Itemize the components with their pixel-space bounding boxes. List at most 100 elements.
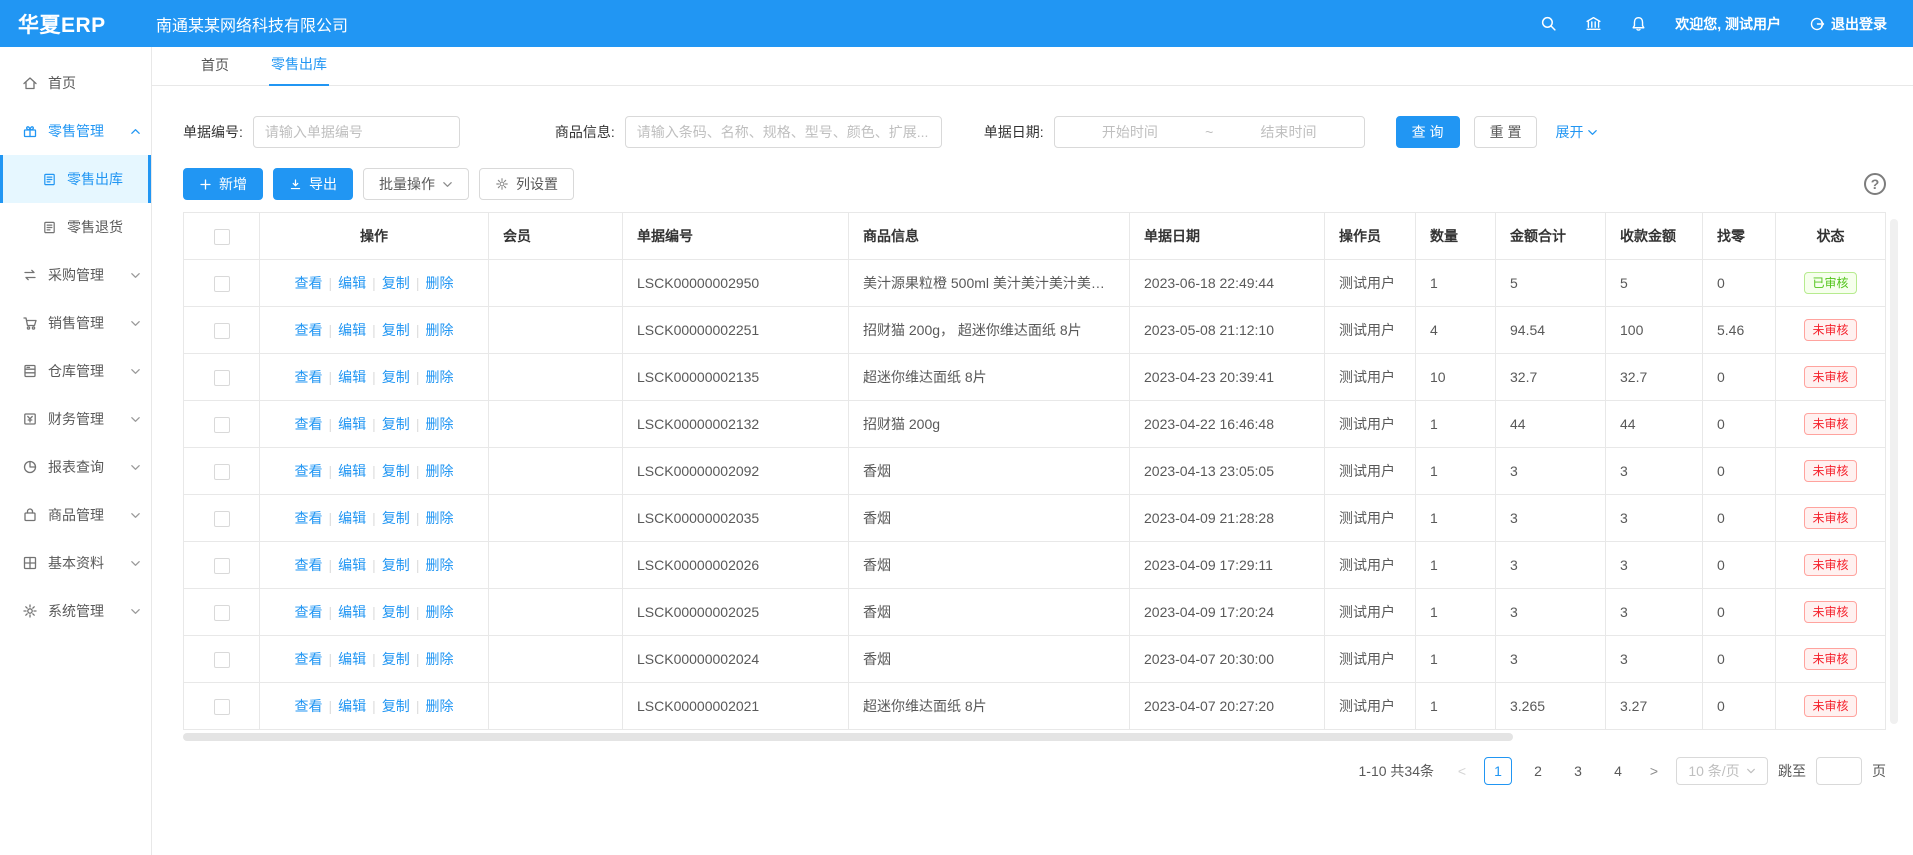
reset-button[interactable]: 重 置 [1474, 116, 1538, 148]
action-edit-link[interactable]: 编辑 [338, 651, 366, 667]
sidebar-item-basic-data[interactable]: 基本资料 [0, 539, 151, 587]
action-edit-link[interactable]: 编辑 [338, 604, 366, 620]
bill-no-input[interactable] [253, 116, 460, 148]
sidebar-item-home[interactable]: 首页 [0, 59, 151, 107]
page-1[interactable]: 1 [1484, 757, 1512, 785]
action-edit-link[interactable]: 编辑 [338, 322, 366, 338]
action-copy-link[interactable]: 复制 [382, 698, 410, 714]
sidebar-item-finance[interactable]: 财务管理 [0, 395, 151, 443]
action-delete-link[interactable]: 删除 [425, 557, 453, 573]
select-all-checkbox[interactable] [214, 229, 230, 245]
product-info-input[interactable] [625, 116, 942, 148]
date-range-input[interactable]: 开始时间 ~ 结束时间 [1054, 116, 1365, 148]
action-edit-link[interactable]: 编辑 [338, 275, 366, 291]
action-delete-link[interactable]: 删除 [425, 369, 453, 385]
sidebar-item-system[interactable]: 系统管理 [0, 587, 151, 635]
operator-cell: 测试用户 [1325, 495, 1416, 542]
row-checkbox[interactable] [214, 464, 230, 480]
action-view-link[interactable]: 查看 [295, 416, 323, 432]
action-view-link[interactable]: 查看 [295, 275, 323, 291]
add-button[interactable]: 新增 [183, 168, 263, 200]
sidebar-item-purchase[interactable]: 采购管理 [0, 251, 151, 299]
page-size-select[interactable]: 10 条/页 [1676, 757, 1768, 785]
sidebar-item-retail-out[interactable]: 零售出库 [0, 155, 151, 203]
horizontal-scrollbar[interactable] [183, 733, 1513, 741]
action-view-link[interactable]: 查看 [295, 510, 323, 526]
row-checkbox[interactable] [214, 323, 230, 339]
products-cell: 超迷你维达面纸 8片 [849, 354, 1130, 401]
action-edit-link[interactable]: 编辑 [338, 463, 366, 479]
help-icon[interactable]: ? [1864, 173, 1886, 195]
row-checkbox[interactable] [214, 417, 230, 433]
action-view-link[interactable]: 查看 [295, 651, 323, 667]
logout-button[interactable]: 退出登录 [1809, 14, 1887, 34]
row-checkbox[interactable] [214, 370, 230, 386]
qty-cell: 1 [1416, 495, 1496, 542]
sidebar-item-retail-return[interactable]: 零售退货 [0, 203, 151, 251]
search-button[interactable]: 查 询 [1396, 116, 1460, 148]
jump-page-input[interactable] [1816, 757, 1862, 785]
prev-page-button[interactable]: < [1450, 763, 1474, 779]
page-2[interactable]: 2 [1524, 757, 1552, 785]
action-edit-link[interactable]: 编辑 [338, 557, 366, 573]
next-page-button[interactable]: > [1642, 763, 1666, 779]
table-row: 查看|编辑|复制|删除LSCK00000002092香烟2023-04-13 2… [184, 448, 1886, 495]
column-settings-button[interactable]: 列设置 [479, 168, 574, 200]
sidebar-item-retail[interactable]: 零售管理 [0, 107, 151, 155]
bank-icon[interactable] [1585, 15, 1602, 32]
row-checkbox[interactable] [214, 652, 230, 668]
page-3[interactable]: 3 [1564, 757, 1592, 785]
action-view-link[interactable]: 查看 [295, 463, 323, 479]
vertical-scrollbar[interactable] [1890, 219, 1898, 724]
sidebar-item-reports[interactable]: 报表查询 [0, 443, 151, 491]
action-copy-link[interactable]: 复制 [382, 510, 410, 526]
gear-icon [495, 177, 509, 191]
action-view-link[interactable]: 查看 [295, 698, 323, 714]
action-view-link[interactable]: 查看 [295, 322, 323, 338]
action-copy-link[interactable]: 复制 [382, 651, 410, 667]
action-delete-link[interactable]: 删除 [425, 275, 453, 291]
action-delete-link[interactable]: 删除 [425, 463, 453, 479]
action-copy-link[interactable]: 复制 [382, 322, 410, 338]
action-delete-link[interactable]: 删除 [425, 651, 453, 667]
action-copy-link[interactable]: 复制 [382, 557, 410, 573]
bill-no-cell: LSCK00000002950 [623, 260, 849, 307]
header-bill-date: 单据日期 [1130, 213, 1325, 260]
row-checkbox[interactable] [214, 699, 230, 715]
action-edit-link[interactable]: 编辑 [338, 369, 366, 385]
action-view-link[interactable]: 查看 [295, 604, 323, 620]
action-edit-link[interactable]: 编辑 [338, 510, 366, 526]
action-copy-link[interactable]: 复制 [382, 604, 410, 620]
chevron-down-icon [130, 414, 141, 425]
expand-link[interactable]: 展开 [1555, 122, 1598, 142]
search-icon[interactable] [1540, 15, 1557, 32]
action-copy-link[interactable]: 复制 [382, 463, 410, 479]
sidebar-item-products[interactable]: 商品管理 [0, 491, 151, 539]
action-delete-link[interactable]: 删除 [425, 416, 453, 432]
date-start-placeholder: 开始时间 [1102, 122, 1158, 142]
action-copy-link[interactable]: 复制 [382, 275, 410, 291]
row-checkbox[interactable] [214, 276, 230, 292]
bill-date-cell: 2023-04-13 23:05:05 [1130, 448, 1325, 495]
action-edit-link[interactable]: 编辑 [338, 698, 366, 714]
tab-retail-out[interactable]: 零售出库 [269, 46, 329, 86]
tab-home[interactable]: 首页 [199, 47, 231, 85]
sidebar-item-warehouse[interactable]: 仓库管理 [0, 347, 151, 395]
export-button[interactable]: 导出 [273, 168, 353, 200]
row-checkbox[interactable] [214, 558, 230, 574]
action-copy-link[interactable]: 复制 [382, 369, 410, 385]
bell-icon[interactable] [1630, 15, 1647, 32]
row-checkbox[interactable] [214, 605, 230, 621]
sidebar-item-sales[interactable]: 销售管理 [0, 299, 151, 347]
page-4[interactable]: 4 [1604, 757, 1632, 785]
action-edit-link[interactable]: 编辑 [338, 416, 366, 432]
row-checkbox[interactable] [214, 511, 230, 527]
action-delete-link[interactable]: 删除 [425, 322, 453, 338]
action-delete-link[interactable]: 删除 [425, 604, 453, 620]
batch-actions-button[interactable]: 批量操作 [363, 168, 469, 200]
action-delete-link[interactable]: 删除 [425, 510, 453, 526]
action-delete-link[interactable]: 删除 [425, 698, 453, 714]
action-view-link[interactable]: 查看 [295, 557, 323, 573]
action-copy-link[interactable]: 复制 [382, 416, 410, 432]
action-view-link[interactable]: 查看 [295, 369, 323, 385]
